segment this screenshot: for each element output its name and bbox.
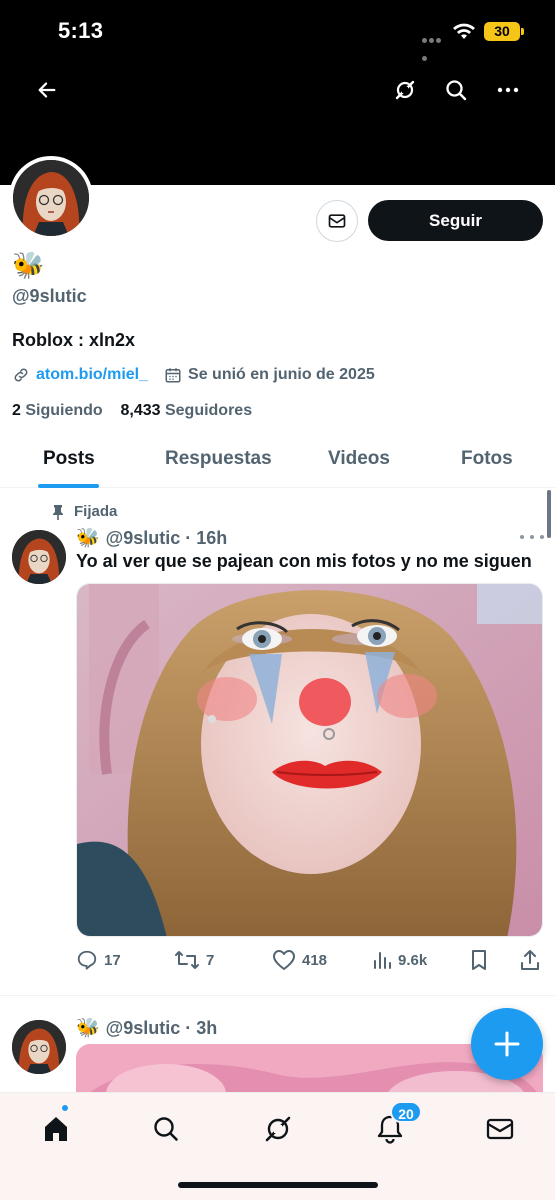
profile-handle: @9slutic bbox=[12, 286, 87, 306]
battery-indicator: 30 bbox=[484, 22, 524, 41]
bookmark-button[interactable] bbox=[469, 946, 495, 974]
post-author-handle[interactable]: @9slutic bbox=[106, 1018, 181, 1039]
repost-button[interactable]: 7 bbox=[174, 946, 214, 974]
profile-tabs: Posts Respuestas Videos Fotos bbox=[0, 436, 555, 488]
follow-button[interactable]: Seguir bbox=[368, 200, 543, 241]
tab-posts[interactable]: Posts bbox=[43, 448, 95, 470]
profile-top-nav bbox=[0, 70, 555, 110]
status-bar: 5:13 30 bbox=[0, 0, 555, 64]
post-actions: 17 7 418 9.6k bbox=[76, 946, 546, 974]
repost-icon bbox=[175, 951, 199, 969]
profile-link[interactable]: atom.bio/miel_ bbox=[36, 366, 148, 384]
envelope-icon bbox=[328, 214, 346, 228]
post-separator: · bbox=[180, 527, 197, 548]
share-button[interactable] bbox=[520, 946, 546, 974]
envelope-icon bbox=[486, 1118, 514, 1140]
wifi-icon bbox=[453, 23, 475, 39]
home-icon bbox=[45, 1117, 67, 1141]
post-author-name[interactable]: 🐝 bbox=[76, 526, 100, 550]
active-tab-indicator bbox=[38, 484, 99, 488]
grok-icon bbox=[265, 1116, 291, 1142]
followers-link[interactable]: 8,433 Seguidores bbox=[120, 402, 252, 419]
home-indicator[interactable] bbox=[178, 1182, 378, 1188]
link-icon bbox=[14, 368, 28, 382]
nav-grok[interactable] bbox=[256, 1107, 300, 1151]
heart-icon bbox=[273, 950, 295, 970]
calendar-icon bbox=[165, 368, 181, 383]
search-icon bbox=[154, 1117, 178, 1141]
scrollbar[interactable] bbox=[547, 490, 551, 538]
post-header: 🐝 @9slutic · 16h bbox=[76, 526, 227, 550]
post-divider bbox=[0, 995, 555, 996]
nav-home[interactable] bbox=[34, 1107, 78, 1151]
following-link[interactable]: 2 Siguiendo bbox=[12, 402, 103, 419]
cellular-signal-icon bbox=[422, 30, 448, 61]
post-text: Yo al ver que se pajean con mis fotos y … bbox=[76, 551, 532, 571]
grok-icon[interactable] bbox=[385, 70, 425, 110]
more-options-icon[interactable] bbox=[488, 70, 528, 110]
profile-avatar[interactable] bbox=[9, 156, 93, 240]
post-timestamp[interactable]: 16h bbox=[196, 528, 227, 549]
follow-counts: 2 Siguiendo 8,433 Seguidores bbox=[12, 402, 252, 420]
message-button[interactable] bbox=[316, 200, 358, 242]
like-button[interactable]: 418 bbox=[272, 946, 327, 974]
home-unread-dot bbox=[60, 1103, 70, 1113]
nav-messages[interactable] bbox=[478, 1107, 522, 1151]
views-icon bbox=[374, 952, 391, 969]
tab-fotos[interactable]: Fotos bbox=[461, 448, 513, 470]
post-separator: · bbox=[180, 1017, 197, 1038]
reply-button[interactable]: 17 bbox=[76, 946, 121, 974]
compose-post-button[interactable] bbox=[471, 1008, 543, 1080]
notifications-badge: 20 bbox=[390, 1101, 422, 1123]
profile-meta: atom.bio/miel_ Se unió en junio de 2025 bbox=[12, 364, 375, 386]
bookmark-icon bbox=[472, 950, 486, 970]
post-header: 🐝 @9slutic · 3h bbox=[76, 1016, 217, 1040]
tab-videos[interactable]: Videos bbox=[328, 448, 390, 470]
profile-display-name: 🐝 bbox=[12, 250, 45, 280]
post-more-icon[interactable] bbox=[520, 530, 544, 544]
back-arrow-icon[interactable] bbox=[27, 70, 67, 110]
post-avatar[interactable] bbox=[12, 530, 66, 584]
profile-bio: Roblox : xln2x bbox=[12, 330, 136, 350]
nav-search[interactable] bbox=[144, 1107, 188, 1151]
reply-icon bbox=[77, 950, 97, 970]
tab-respuestas[interactable]: Respuestas bbox=[165, 448, 272, 470]
plus-icon bbox=[494, 1031, 520, 1057]
post-image[interactable] bbox=[76, 583, 543, 937]
post-author-name[interactable]: 🐝 bbox=[76, 1016, 100, 1040]
post-author-handle[interactable]: @9slutic bbox=[106, 528, 181, 549]
share-icon bbox=[521, 950, 539, 970]
profile-joined-date: Se unió en junio de 2025 bbox=[188, 366, 375, 383]
post-avatar[interactable] bbox=[12, 1020, 66, 1074]
status-time: 5:13 bbox=[58, 18, 104, 43]
post-timestamp[interactable]: 3h bbox=[196, 1018, 217, 1039]
pin-icon bbox=[53, 504, 63, 520]
pinned-label: Fijada bbox=[52, 503, 117, 520]
search-icon[interactable] bbox=[436, 70, 476, 110]
views-button[interactable]: 9.6k bbox=[372, 946, 427, 974]
